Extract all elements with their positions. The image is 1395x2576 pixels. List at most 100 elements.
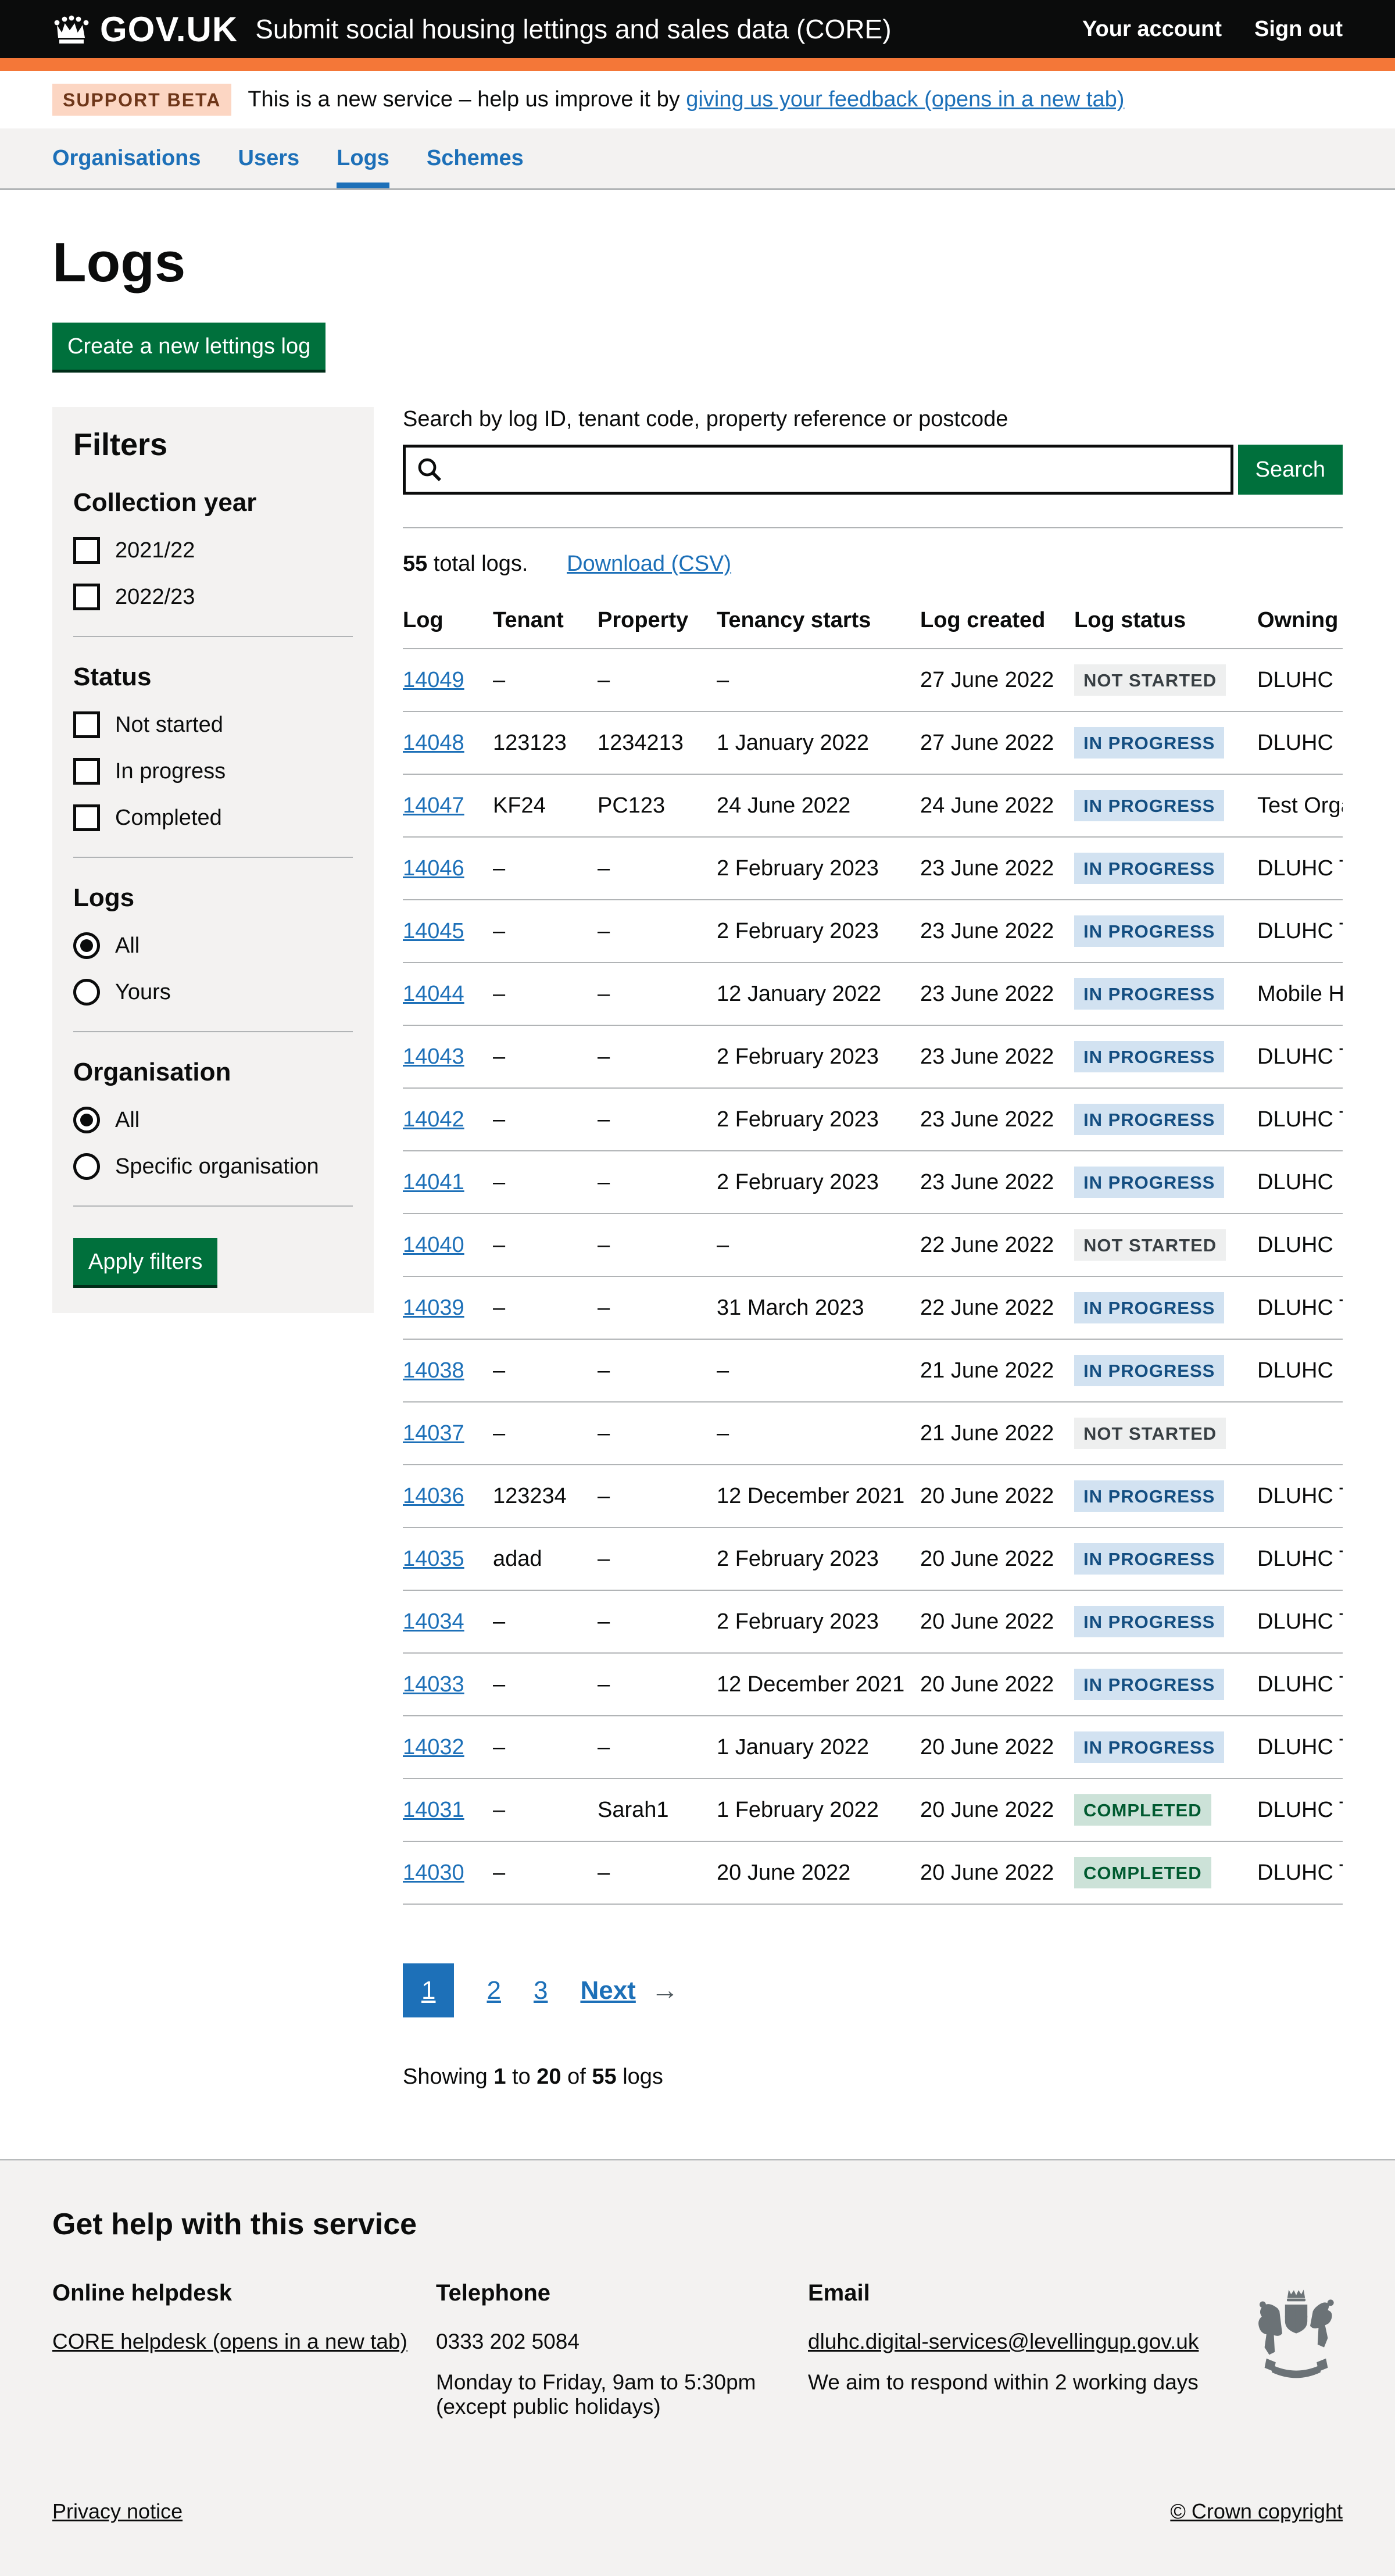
log-link-14037[interactable]: 14037 <box>403 1421 464 1446</box>
log-link-14040[interactable]: 14040 <box>403 1233 464 1257</box>
filter-option-label[interactable]: All <box>115 933 140 958</box>
checkbox-2021-22[interactable] <box>73 537 100 564</box>
nav-item-logs[interactable]: Logs <box>337 146 389 188</box>
cell-tenant: – <box>493 1779 598 1841</box>
pagination-page-1[interactable]: 1 <box>403 1963 454 2017</box>
filter-option-label[interactable]: In progress <box>115 759 226 784</box>
showing-to: 20 <box>536 2065 561 2089</box>
govuk-logo[interactable]: GOV.UK <box>52 9 238 49</box>
radio-yours[interactable] <box>73 979 100 1006</box>
log-link-14046[interactable]: 14046 <box>403 856 464 881</box>
section-divider <box>403 527 1343 528</box>
download-csv-link[interactable]: Download (CSV) <box>567 552 731 576</box>
radio-all[interactable] <box>73 932 100 959</box>
log-link-14030[interactable]: 14030 <box>403 1861 464 1885</box>
log-link-14048[interactable]: 14048 <box>403 731 464 755</box>
cell-tenant: – <box>493 1151 598 1214</box>
log-link-14047[interactable]: 14047 <box>403 793 464 818</box>
filter-option-label[interactable]: All <box>115 1108 140 1133</box>
status-badge: IN PROGRESS <box>1074 1355 1224 1386</box>
cell-property: – <box>598 1339 717 1402</box>
log-link-14042[interactable]: 14042 <box>403 1107 464 1132</box>
apply-filters-button[interactable]: Apply filters <box>73 1238 217 1285</box>
cell-owning-organisation: DLUHC <box>1257 1151 1343 1214</box>
checkbox-in-progress[interactable] <box>73 758 100 785</box>
log-link-14033[interactable]: 14033 <box>403 1672 464 1697</box>
showing-prefix: Showing <box>403 2065 493 2089</box>
log-link-14032[interactable]: 14032 <box>403 1735 464 1759</box>
cell-log-created: 20 June 2022 <box>920 1841 1074 1904</box>
log-link-14031[interactable]: 14031 <box>403 1798 464 1822</box>
cell-tenancy-starts: 2 February 2023 <box>717 1025 920 1088</box>
cell-tenancy-starts: – <box>717 649 920 711</box>
nav-item-schemes[interactable]: Schemes <box>427 146 524 188</box>
log-link-14038[interactable]: 14038 <box>403 1358 464 1383</box>
table-row: 14030––20 June 202220 June 2022COMPLETED… <box>403 1841 1343 1904</box>
log-link-14041[interactable]: 14041 <box>403 1170 464 1194</box>
service-name-link[interactable]: Submit social housing lettings and sales… <box>255 13 891 45</box>
filter-option-label[interactable]: 2022/23 <box>115 585 195 610</box>
cell-owning-organisation: Test Organisation <box>1257 774 1343 837</box>
log-link-14039[interactable]: 14039 <box>403 1296 464 1320</box>
search-icon <box>416 456 443 484</box>
create-lettings-log-button[interactable]: Create a new lettings log <box>52 323 326 370</box>
nav-item-users[interactable]: Users <box>238 146 300 188</box>
filter-option-label[interactable]: Not started <box>115 713 223 738</box>
filter-option-label[interactable]: Yours <box>115 980 171 1005</box>
checkbox-not-started[interactable] <box>73 711 100 738</box>
log-link-14034[interactable]: 14034 <box>403 1609 464 1634</box>
phase-banner: SUPPORT BETA This is a new service – hel… <box>0 71 1395 128</box>
checkbox-completed[interactable] <box>73 804 100 831</box>
showing-total: 55 <box>592 2065 616 2089</box>
filter-option-label[interactable]: Completed <box>115 806 222 831</box>
search-button[interactable]: Search <box>1238 445 1343 495</box>
crown-copyright-link[interactable]: © Crown copyright <box>1170 2499 1343 2524</box>
status-badge: IN PROGRESS <box>1074 1731 1224 1763</box>
checkbox-2022-23[interactable] <box>73 584 100 610</box>
cell-tenant: KF24 <box>493 774 598 837</box>
feedback-link[interactable]: giving us your feedback (opens in a new … <box>686 87 1124 112</box>
pagination-next-link[interactable]: Next <box>580 1976 635 2005</box>
radio-specific-organisation[interactable] <box>73 1153 100 1180</box>
pagination-page-2[interactable]: 2 <box>487 1976 500 2005</box>
your-account-link[interactable]: Your account <box>1082 17 1222 42</box>
nav-item-organisations[interactable]: Organisations <box>52 146 201 188</box>
filter-group-collection-year: Collection year2021/222022/23 <box>73 488 353 610</box>
privacy-notice-link[interactable]: Privacy notice <box>52 2499 183 2524</box>
sign-out-link[interactable]: Sign out <box>1254 17 1343 42</box>
column-header-log-created: Log created <box>920 593 1074 649</box>
log-link-14049[interactable]: 14049 <box>403 668 464 692</box>
status-badge: IN PROGRESS <box>1074 1041 1224 1072</box>
email-link[interactable]: dluhc.digital-services@levellingup.gov.u… <box>808 2330 1199 2353</box>
status-badge: COMPLETED <box>1074 1794 1211 1826</box>
radio-all[interactable] <box>73 1107 100 1133</box>
cell-tenancy-starts: 2 February 2023 <box>717 1151 920 1214</box>
helpdesk-title: Online helpdesk <box>52 2280 436 2306</box>
showing-suffix: logs <box>617 2065 663 2089</box>
table-row: 14041––2 February 202323 June 2022IN PRO… <box>403 1151 1343 1214</box>
cell-tenant: – <box>493 1716 598 1779</box>
filter-divider <box>73 857 353 858</box>
table-row: 14032––1 January 202220 June 2022IN PROG… <box>403 1716 1343 1779</box>
support-beta-tag: SUPPORT BETA <box>52 84 231 116</box>
log-link-14044[interactable]: 14044 <box>403 982 464 1006</box>
table-header-row: LogTenantPropertyTenancy startsLog creat… <box>403 593 1343 649</box>
filter-divider <box>73 1031 353 1032</box>
filter-option-label[interactable]: Specific organisation <box>115 1154 319 1179</box>
log-link-14035[interactable]: 14035 <box>403 1547 464 1571</box>
log-link-14036[interactable]: 14036 <box>403 1484 464 1508</box>
cell-tenancy-starts: – <box>717 1339 920 1402</box>
filter-option-label[interactable]: 2021/22 <box>115 538 195 563</box>
pagination-page-3[interactable]: 3 <box>534 1976 548 2005</box>
status-badge: IN PROGRESS <box>1074 790 1224 821</box>
footer-heading: Get help with this service <box>52 2207 1343 2242</box>
cell-owning-organisation: DLUHC Test <box>1257 1527 1343 1590</box>
log-link-14043[interactable]: 14043 <box>403 1044 464 1069</box>
total-logs-line: 55 total logs. Download (CSV) <box>403 552 1343 577</box>
core-helpdesk-link[interactable]: CORE helpdesk (opens in a new tab) <box>52 2330 407 2353</box>
status-badge: IN PROGRESS <box>1074 727 1224 759</box>
search-input[interactable] <box>403 445 1233 495</box>
log-link-14045[interactable]: 14045 <box>403 919 464 943</box>
cell-tenant: – <box>493 837 598 900</box>
cell-property: – <box>598 1527 717 1590</box>
